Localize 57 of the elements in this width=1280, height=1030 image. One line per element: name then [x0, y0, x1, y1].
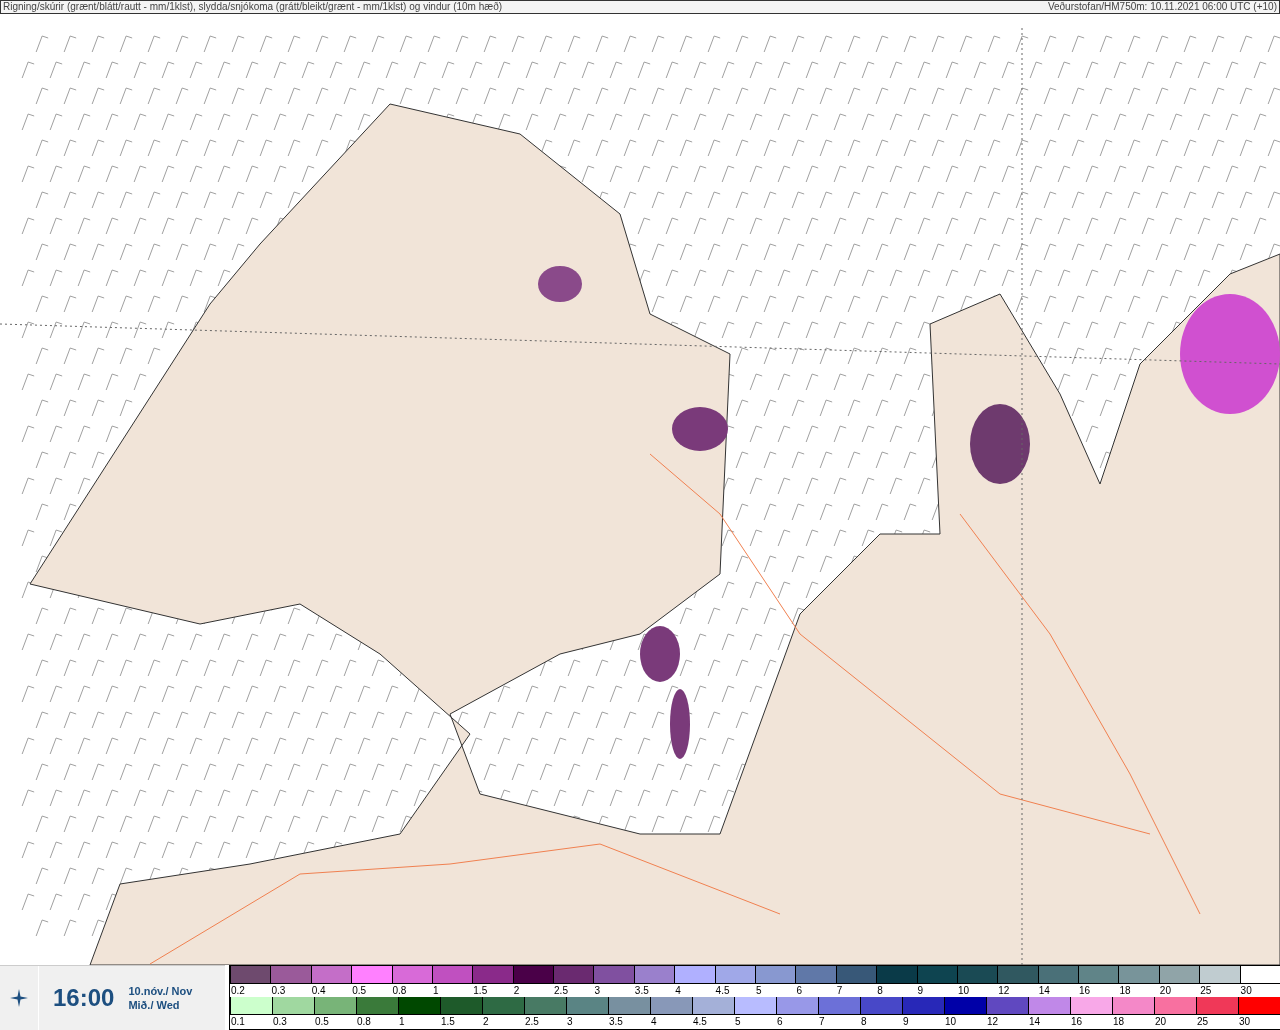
legend-label: 25	[1196, 1015, 1210, 1028]
forecast-time: 16:00	[53, 984, 115, 1012]
compass-star-icon	[10, 989, 28, 1007]
legend-label: 4	[650, 1015, 658, 1028]
legend-label: 4.5	[714, 984, 731, 997]
legend-label: 0.3	[272, 1015, 288, 1028]
legend-label: 18	[1118, 984, 1132, 997]
legend-label: 0.5	[351, 984, 368, 997]
legend-label: 0.1	[230, 1015, 246, 1028]
legend-label: 14	[1037, 984, 1051, 997]
legend-label: 4	[674, 984, 682, 997]
map-title: Rigning/skúrir (grænt/blátt/rautt - mm/1klst), slydda/snjókoma (grátt/bleikt/grænt - mm/1klst) og vindur (10m hæð)	[3, 1, 503, 13]
legend-label: 16	[1078, 984, 1092, 997]
legend-label: 2.5	[553, 984, 569, 997]
legend-label: 25	[1199, 984, 1213, 997]
legend-label: 18	[1112, 1015, 1126, 1028]
legend-label: 20	[1154, 1015, 1168, 1028]
legend-label: 9	[902, 1015, 910, 1028]
legend-label: 3	[566, 1015, 574, 1028]
legend-label: 12	[997, 984, 1011, 997]
legend-label: 0.5	[314, 1015, 330, 1028]
legend-label: 20	[1158, 984, 1172, 997]
legend-label: 1	[398, 1015, 406, 1028]
legend-label: 0.8	[391, 984, 408, 997]
legend-label: 16	[1070, 1015, 1084, 1028]
legend-label: 4.5	[692, 1015, 708, 1028]
legend-label: 0.8	[356, 1015, 372, 1028]
forecast-weekday: Mið./ Wed	[128, 998, 181, 1012]
legend-label: 9	[916, 984, 925, 997]
legend-label: 6	[776, 1015, 784, 1028]
legend-label: 1.5	[440, 1015, 456, 1028]
legend-label: 0.2	[230, 984, 246, 997]
legend-label: 3.5	[633, 984, 650, 997]
forecast-date: 10.nóv./ Nov	[128, 984, 193, 998]
legend-label: 1.5	[472, 984, 489, 997]
legend-label: 8	[876, 984, 884, 997]
legend-label: 0.3	[270, 984, 287, 997]
legend-label: 2.5	[524, 1015, 540, 1028]
legend-label: 30	[1238, 1015, 1252, 1028]
legend-label: 2	[512, 984, 521, 997]
legend-label: 7	[835, 984, 844, 997]
legend-label: 14	[1028, 1015, 1042, 1028]
model-run-info: Veðurstofan/HM750m: 10.11.2021 06:00 UTC (+10)	[1047, 1, 1277, 13]
legend-label: 7	[818, 1015, 826, 1028]
legend-label: 10	[944, 1015, 958, 1028]
legend-label: 8	[860, 1015, 868, 1028]
legend-label: 30	[1239, 984, 1253, 997]
legend-label: 12	[986, 1015, 1000, 1028]
legend-label: 5	[734, 1015, 742, 1028]
legend-label: 1	[431, 984, 440, 997]
legend-label: 10	[956, 984, 971, 997]
legend-label: 3.5	[608, 1015, 624, 1028]
legend-label: 3	[593, 984, 601, 997]
legend-label: 6	[795, 984, 803, 997]
legend-label: 5	[755, 984, 763, 997]
legend-label: 0.4	[310, 984, 327, 997]
legend-label: 2	[482, 1015, 490, 1028]
